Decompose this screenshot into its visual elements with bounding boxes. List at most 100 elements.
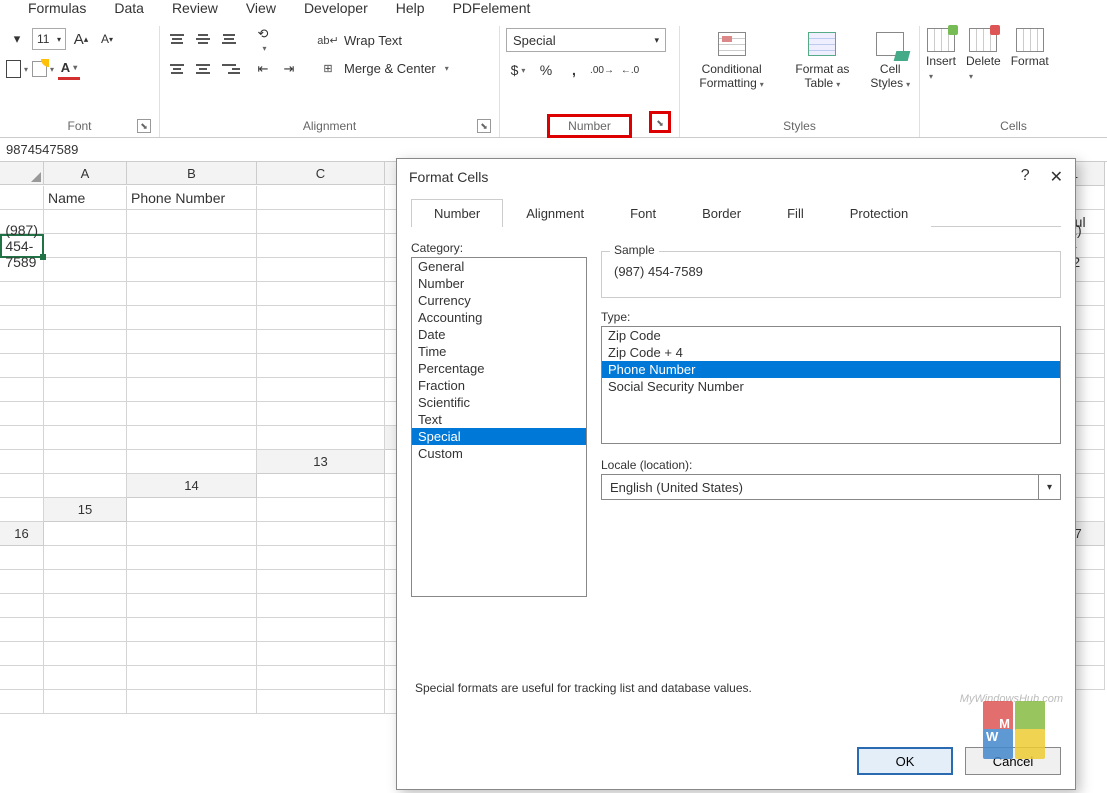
- dialog-tab-alignment[interactable]: Alignment: [503, 199, 607, 227]
- cell-C16[interactable]: [257, 522, 385, 546]
- align-left-icon[interactable]: [166, 58, 188, 80]
- category-item-time[interactable]: Time: [412, 343, 586, 360]
- cell-empty[interactable]: [0, 666, 44, 690]
- cell-empty[interactable]: [257, 642, 385, 666]
- cell-empty[interactable]: [257, 426, 385, 450]
- cell-empty[interactable]: [127, 618, 257, 642]
- cell-empty[interactable]: [44, 258, 127, 282]
- cell-empty[interactable]: [127, 234, 257, 258]
- cell-empty[interactable]: [257, 306, 385, 330]
- cell-empty[interactable]: [44, 474, 127, 498]
- format-as-table-button[interactable]: Format as Table▾: [789, 28, 855, 90]
- dialog-tab-number[interactable]: Number: [411, 199, 503, 227]
- font-dropdown-icon[interactable]: ▾: [6, 28, 28, 50]
- cell-empty[interactable]: [257, 546, 385, 570]
- menu-review[interactable]: Review: [172, 0, 218, 16]
- cell-empty[interactable]: [127, 642, 257, 666]
- cell-empty[interactable]: [0, 282, 44, 306]
- font-color-button[interactable]: A▾: [58, 58, 80, 80]
- cell-empty[interactable]: [127, 282, 257, 306]
- accounting-format-button[interactable]: $▾: [506, 58, 530, 82]
- menu-pdfelement[interactable]: PDFelement: [453, 0, 531, 16]
- cell-empty[interactable]: [127, 594, 257, 618]
- cell-empty[interactable]: [0, 402, 44, 426]
- dialog-tab-fill[interactable]: Fill: [764, 199, 827, 227]
- dialog-tab-font[interactable]: Font: [607, 199, 679, 227]
- row-header-13[interactable]: 13: [257, 450, 385, 474]
- align-bottom-icon[interactable]: [218, 28, 240, 50]
- cell-empty[interactable]: [257, 330, 385, 354]
- decrease-indent-icon[interactable]: ⇤: [252, 58, 274, 80]
- orientation-icon[interactable]: ⟲▾: [252, 28, 274, 50]
- percent-button[interactable]: %: [534, 58, 558, 82]
- category-list[interactable]: GeneralNumberCurrencyAccountingDateTimeP…: [411, 257, 587, 597]
- align-top-icon[interactable]: [166, 28, 188, 50]
- menu-view[interactable]: View: [246, 0, 276, 16]
- category-item-scientific[interactable]: Scientific: [412, 394, 586, 411]
- cell-empty[interactable]: [0, 450, 44, 474]
- cell-empty[interactable]: [44, 282, 127, 306]
- cell-C2[interactable]: [44, 210, 127, 234]
- cell-A17[interactable]: [0, 546, 44, 570]
- cell-empty[interactable]: [44, 354, 127, 378]
- align-middle-icon[interactable]: [192, 28, 214, 50]
- fill-color-button[interactable]: ▾: [32, 58, 54, 80]
- delete-button[interactable]: Delete▾: [966, 28, 1001, 82]
- cell-empty[interactable]: [257, 690, 385, 714]
- locale-dropdown[interactable]: English (United States): [601, 474, 1039, 500]
- font-size-input[interactable]: 11▾: [32, 28, 66, 50]
- conditional-formatting-button[interactable]: Conditional Formatting▾: [686, 28, 777, 90]
- cell-A1[interactable]: [0, 186, 44, 210]
- cell-empty[interactable]: [127, 426, 257, 450]
- font-dialog-launcher[interactable]: ⬊: [137, 119, 151, 133]
- insert-button[interactable]: Insert▾: [926, 28, 956, 82]
- cell-empty[interactable]: [257, 258, 385, 282]
- cell-empty[interactable]: [257, 666, 385, 690]
- cell-empty[interactable]: [44, 330, 127, 354]
- format-button[interactable]: Format: [1011, 28, 1049, 68]
- decrease-font-icon[interactable]: A▾: [96, 28, 118, 50]
- increase-indent-icon[interactable]: ⇥: [278, 58, 300, 80]
- cell-A14[interactable]: [257, 474, 385, 498]
- cell-empty[interactable]: [127, 354, 257, 378]
- category-item-date[interactable]: Date: [412, 326, 586, 343]
- merge-center-button[interactable]: ⊞Merge & Center▾: [312, 56, 455, 80]
- menu-data[interactable]: Data: [114, 0, 144, 16]
- dialog-close-button[interactable]: ✕: [1050, 167, 1063, 187]
- type-item-social security number[interactable]: Social Security Number: [602, 378, 1060, 395]
- dialog-tab-border[interactable]: Border: [679, 199, 764, 227]
- cell-empty[interactable]: [0, 426, 44, 450]
- dialog-help-button[interactable]: ?: [1021, 167, 1030, 187]
- row-header-15[interactable]: 15: [44, 498, 127, 522]
- increase-font-icon[interactable]: A▴: [70, 28, 92, 50]
- row-header-14[interactable]: 14: [127, 474, 257, 498]
- cell-empty[interactable]: [127, 306, 257, 330]
- menu-help[interactable]: Help: [396, 0, 425, 16]
- cell-empty[interactable]: [257, 210, 385, 234]
- category-item-fraction[interactable]: Fraction: [412, 377, 586, 394]
- cell-empty[interactable]: [257, 354, 385, 378]
- cell-empty[interactable]: [44, 666, 127, 690]
- cell-empty[interactable]: [257, 282, 385, 306]
- cell-empty[interactable]: [0, 498, 44, 522]
- number-dialog-launcher[interactable]: ⬊: [649, 111, 671, 133]
- type-item-phone number[interactable]: Phone Number: [602, 361, 1060, 378]
- category-item-custom[interactable]: Custom: [412, 445, 586, 462]
- cell-empty[interactable]: [257, 378, 385, 402]
- category-item-percentage[interactable]: Percentage: [412, 360, 586, 377]
- cell-empty[interactable]: [127, 402, 257, 426]
- alignment-dialog-launcher[interactable]: ⬊: [477, 119, 491, 133]
- cell-empty[interactable]: [257, 570, 385, 594]
- cell-empty[interactable]: [44, 594, 127, 618]
- cell-empty[interactable]: [127, 258, 257, 282]
- type-list[interactable]: Zip CodeZip Code + 4Phone NumberSocial S…: [601, 326, 1061, 444]
- cell-empty[interactable]: [0, 378, 44, 402]
- menu-formulas[interactable]: Formulas: [28, 0, 86, 16]
- col-header-A[interactable]: A: [44, 162, 127, 185]
- type-item-zip code[interactable]: Zip Code: [602, 327, 1060, 344]
- cell-A15[interactable]: [127, 498, 257, 522]
- cell-empty[interactable]: [0, 354, 44, 378]
- cell-empty[interactable]: [127, 378, 257, 402]
- decrease-decimal-icon[interactable]: ←.0: [618, 58, 642, 82]
- cell-C18[interactable]: [44, 570, 127, 594]
